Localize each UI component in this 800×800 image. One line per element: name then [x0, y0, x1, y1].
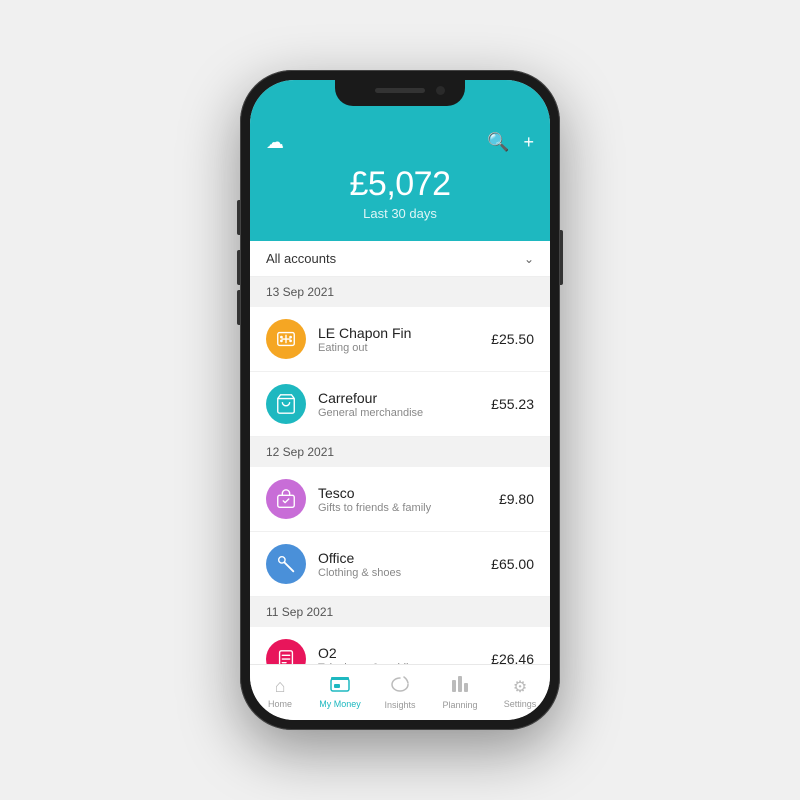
- nav-my-money[interactable]: My Money: [310, 665, 370, 720]
- nav-insights[interactable]: Insights: [370, 665, 430, 720]
- settings-icon: ⚙: [513, 677, 527, 697]
- header-icons-row: ☁ 🔍 +: [266, 132, 534, 153]
- account-filter-label: All accounts: [266, 251, 336, 266]
- nav-settings-label: Settings: [504, 699, 537, 709]
- nav-planning-label: Planning: [442, 700, 477, 710]
- nav-home[interactable]: ⌂ Home: [250, 665, 310, 720]
- nav-my-money-label: My Money: [319, 699, 361, 709]
- transaction-icon-office: [266, 544, 306, 584]
- transaction-amount-le-chapon-fin: £25.50: [491, 331, 534, 347]
- date-header-3: 11 Sep 2021: [250, 597, 550, 627]
- transaction-tesco[interactable]: Tesco Gifts to friends & family £9.80: [250, 467, 550, 532]
- transaction-icon-le-chapon-fin: [266, 319, 306, 359]
- transaction-category-office: Clothing & shoes: [318, 567, 479, 579]
- transaction-info-carrefour: Carrefour General merchandise: [318, 390, 479, 419]
- nav-insights-label: Insights: [384, 700, 415, 710]
- cloud-icon[interactable]: ☁: [266, 132, 284, 153]
- transaction-category-tesco: Gifts to friends & family: [318, 502, 487, 514]
- phone-screen: ☁ 🔍 + £5,072 Last 30 days All accounts ⌄…: [250, 80, 550, 720]
- transaction-amount-o2: £26.46: [491, 651, 534, 664]
- transaction-carrefour[interactable]: Carrefour General merchandise £55.23: [250, 372, 550, 437]
- home-icon: ⌂: [275, 676, 286, 697]
- transaction-icon-o2: [266, 639, 306, 664]
- transaction-name-o2: O2: [318, 645, 479, 661]
- transaction-amount-tesco: £9.80: [499, 491, 534, 507]
- nav-planning[interactable]: Planning: [430, 665, 490, 720]
- search-icon[interactable]: 🔍: [487, 132, 509, 153]
- transaction-name-office: Office: [318, 550, 479, 566]
- balance-amount: £5,072: [350, 165, 451, 204]
- transaction-o2[interactable]: O2 Telephone & mobile £26.46: [250, 627, 550, 664]
- header-right-icons: 🔍 +: [487, 132, 534, 153]
- transaction-info-o2: O2 Telephone & mobile: [318, 645, 479, 665]
- transaction-amount-office: £65.00: [491, 556, 534, 572]
- transaction-office[interactable]: Office Clothing & shoes £65.00: [250, 532, 550, 597]
- balance-label: Last 30 days: [363, 206, 437, 221]
- account-filter[interactable]: All accounts ⌄: [250, 241, 550, 277]
- transaction-name-le-chapon-fin: LE Chapon Fin: [318, 325, 479, 341]
- camera: [436, 86, 445, 95]
- add-icon[interactable]: +: [523, 132, 534, 153]
- content-area: All accounts ⌄ 13 Sep 2021: [250, 241, 550, 664]
- transaction-name-carrefour: Carrefour: [318, 390, 479, 406]
- transaction-info-tesco: Tesco Gifts to friends & family: [318, 485, 487, 514]
- transaction-info-le-chapon-fin: LE Chapon Fin Eating out: [318, 325, 479, 354]
- speaker: [375, 88, 425, 93]
- nav-home-label: Home: [268, 699, 292, 709]
- date-header-1: 13 Sep 2021: [250, 277, 550, 307]
- transaction-name-tesco: Tesco: [318, 485, 487, 501]
- transaction-category-carrefour: General merchandise: [318, 407, 479, 419]
- transaction-amount-carrefour: £55.23: [491, 396, 534, 412]
- my-money-icon: [330, 676, 350, 697]
- insights-icon: [390, 675, 410, 698]
- planning-icon: [451, 675, 469, 698]
- transaction-icon-carrefour: [266, 384, 306, 424]
- status-bar: [250, 80, 550, 124]
- app-header: ☁ 🔍 + £5,072 Last 30 days: [250, 124, 550, 241]
- transaction-icon-tesco: [266, 479, 306, 519]
- phone-frame: ☁ 🔍 + £5,072 Last 30 days All accounts ⌄…: [240, 70, 560, 730]
- notch: [335, 80, 465, 106]
- transaction-category-le-chapon-fin: Eating out: [318, 342, 479, 354]
- date-header-2: 12 Sep 2021: [250, 437, 550, 467]
- transaction-le-chapon-fin[interactable]: LE Chapon Fin Eating out £25.50: [250, 307, 550, 372]
- transaction-info-office: Office Clothing & shoes: [318, 550, 479, 579]
- nav-settings[interactable]: ⚙ Settings: [490, 665, 550, 720]
- chevron-down-icon: ⌄: [524, 252, 534, 266]
- bottom-nav: ⌂ Home My Money: [250, 664, 550, 720]
